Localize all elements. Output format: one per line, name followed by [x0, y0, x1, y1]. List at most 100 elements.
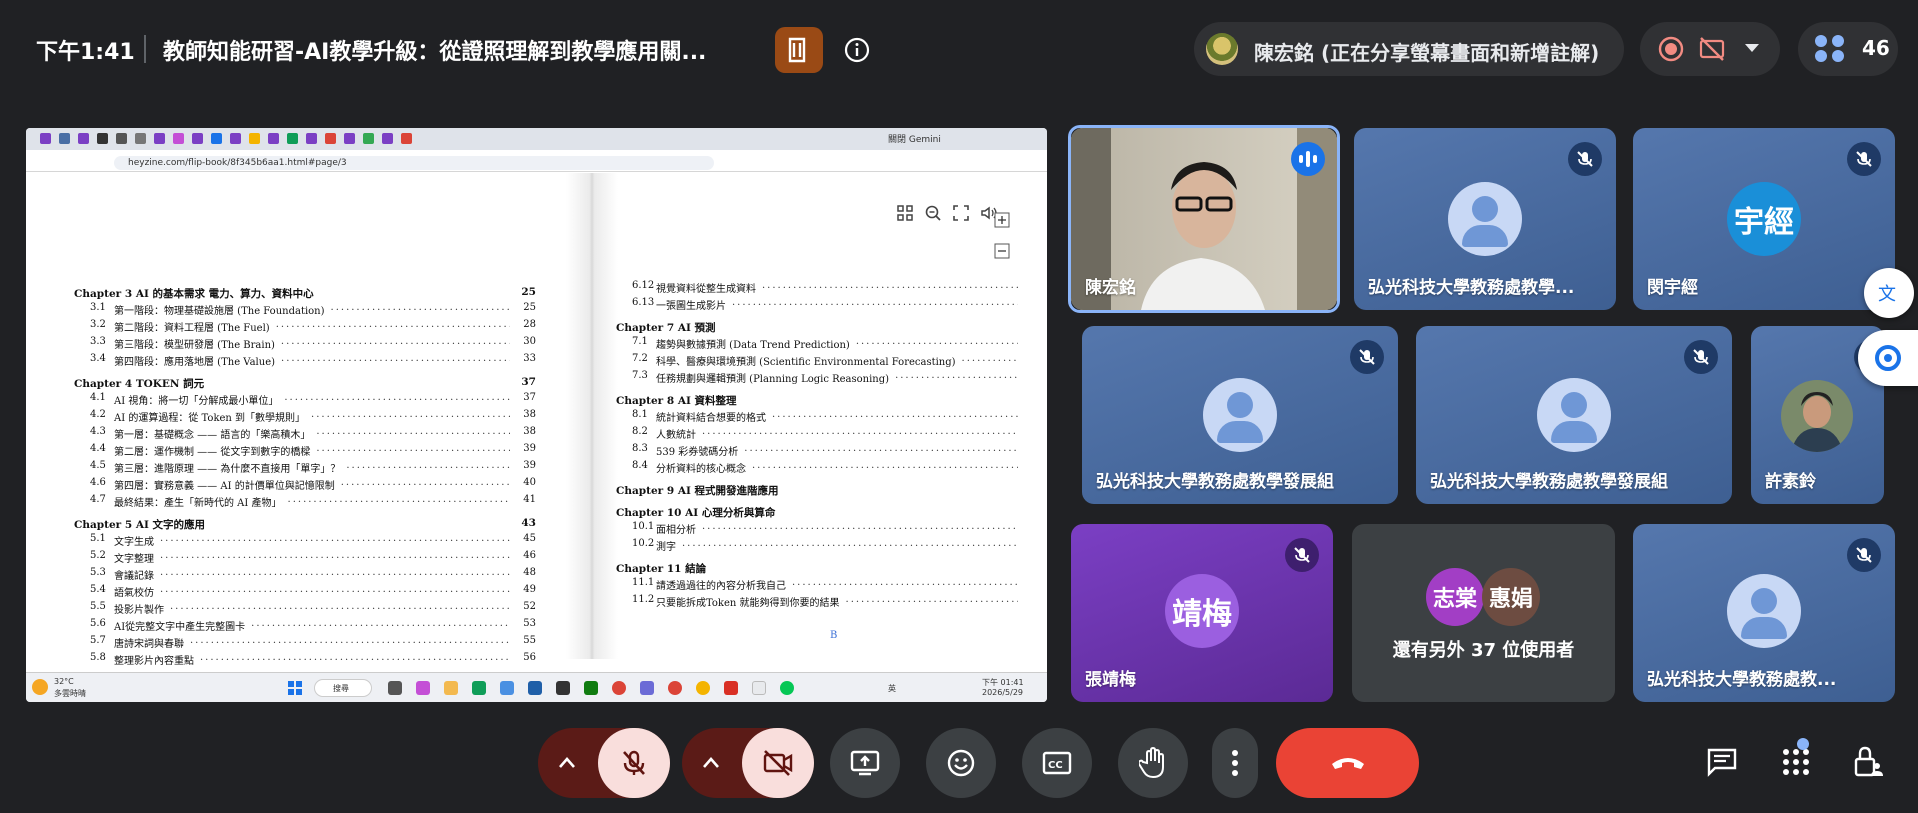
toc-entry: 4.2 AI 的運算過程：從 Token 到「數學規則」.............… [74, 409, 536, 426]
toc-entry-number: 5.8 [90, 652, 106, 663]
toc-entry-label: 統計資料結合想要的格式 [656, 413, 766, 424]
participant-tile[interactable]: 弘光科技大學教務處教... [1633, 524, 1895, 702]
present-screen-button[interactable] [830, 728, 900, 798]
browser-tab-favicon [306, 133, 317, 144]
participant-tile[interactable]: 弘光科技大學教務處教學發展組 [1416, 326, 1732, 504]
zoom-out-icon [924, 204, 942, 222]
toc-entry-label: 文字生成 [114, 537, 154, 548]
toc-entry: 10.2 測字..................................… [616, 538, 1044, 555]
toc-entry-number: 4.3 [90, 426, 106, 437]
leave-call-button[interactable] [1276, 728, 1419, 798]
toc-entry-label: 第一層：基礎概念 —— 語言的「樂高積木」 [114, 430, 311, 441]
toc-entry-number: 11.1 [632, 577, 655, 588]
toc-entry-number: 5.4 [90, 584, 106, 595]
participants-button[interactable]: 46 [1798, 22, 1898, 76]
translate-button[interactable]: 文 [1864, 268, 1914, 318]
toc-entry-page [1024, 426, 1044, 443]
toc-leader-dots: ........................................… [346, 460, 510, 471]
host-controls-button[interactable] [1848, 742, 1888, 782]
more-options-button[interactable] [1212, 728, 1258, 798]
folder-icon [444, 681, 458, 695]
toc-entry: 7.1 趨勢與數據預測 (Data Trend Prediction)......… [616, 336, 1044, 353]
toc-entry-label: 面相分析 [656, 525, 696, 536]
toc-entry-number: 4.1 [90, 392, 106, 403]
toc-right-page: 6.12 視覺資料從整生成資料..........................… [616, 280, 1044, 650]
raise-hand-button[interactable] [1118, 728, 1188, 798]
info-icon[interactable] [843, 36, 871, 64]
toc-chapter-title: Chapter 5 AI 文字的應用 [74, 519, 206, 531]
host-app-icon[interactable] [775, 27, 823, 73]
edge-icon [472, 681, 486, 695]
toc-leader-dots: ........................................… [855, 336, 1018, 347]
toc-entry: 6.12 視覺資料從整生成資料..........................… [616, 280, 1044, 297]
browser-tab-favicon [287, 133, 298, 144]
toc-leader-dots: ........................................… [961, 353, 1018, 364]
toc-chapter-title: Chapter 11 結論 [616, 563, 707, 575]
app-icon [640, 681, 654, 695]
participant-tile[interactable]: 靖梅 張靖梅 [1071, 524, 1333, 702]
others-tile[interactable]: 志棠 惠娟 還有另外 37 位使用者 [1352, 524, 1615, 702]
toc-leader-dots: ........................................… [772, 409, 1018, 420]
hand-icon [1139, 747, 1164, 779]
recording-controls[interactable] [1640, 22, 1780, 76]
flipbook-toolbar [896, 204, 998, 222]
toc-leader-dots: ........................................… [160, 567, 510, 578]
chevron-up-icon[interactable] [554, 750, 580, 776]
app-icon [752, 681, 766, 695]
extension-button[interactable] [1858, 330, 1918, 386]
toc-entry: 4.4 第二層：運作機制 —— 從文字到數字的橋樑................… [74, 443, 536, 460]
present-icon [850, 750, 880, 776]
toc-entry-label: 第一階段：物理基礎設施層 (The Foundation) [114, 306, 325, 317]
toc-entry-number: 3.1 [90, 302, 106, 313]
svg-text:CC: CC [1048, 760, 1063, 771]
camera-toggle-button[interactable] [742, 728, 814, 798]
browser-tab-title: 關閉 Gemini [888, 135, 941, 145]
app-icon [556, 681, 570, 695]
toc-leader-dots: ........................................… [330, 302, 510, 313]
meeting-title[interactable]: 教師知能研習-AI教學升級：從證照理解到教學應用關... [163, 34, 706, 66]
toc-chapter-page: 37 [521, 376, 536, 388]
presenter-indicator[interactable]: 陳宏銘 (正在分享螢幕畫面和新增註解) [1194, 22, 1624, 76]
mic-toggle-button[interactable] [598, 728, 670, 798]
mic-control-group [538, 728, 670, 798]
pdf-icon [724, 681, 738, 695]
toc-entry-label: 第三層：進階原理 —— 為什麼不直接用「單字」？ [114, 464, 341, 475]
participant-tile[interactable]: 弘光科技大學教務處教學發展組 [1082, 326, 1398, 504]
toc-chapter-title: Chapter 7 AI 預測 [616, 322, 716, 334]
avatar: 宇經 [1727, 182, 1801, 256]
toc-chapter-heading: Chapter 10 AI 心理分析與算命 [616, 505, 1044, 521]
people-icon [1815, 35, 1844, 62]
toc-entry: 3.4 第四階段：應用落地層 (The Value)...............… [74, 353, 536, 370]
windows-taskbar: 32°C 多雲時晴 搜尋 英 下午 01:41 2026/5/29 [26, 672, 1047, 702]
browser-tab-favicon [344, 133, 355, 144]
toc-leader-dots: ........................................… [170, 601, 510, 612]
activities-button[interactable] [1776, 742, 1816, 782]
toc-entry-label: 一張圖生成影片 [656, 301, 726, 312]
participant-tile[interactable]: 宇經 閔宇經 [1633, 128, 1895, 310]
captions-button[interactable]: CC [1022, 728, 1092, 798]
windows-start-icon [288, 681, 302, 695]
toc-entry: 11.2 只要能拆成Token 就能夠得到你要的結果...............… [616, 594, 1044, 611]
toc-entry-page: 25 [523, 302, 536, 313]
mic-off-icon [1568, 142, 1602, 176]
chevron-down-icon[interactable] [1744, 42, 1760, 54]
reactions-button[interactable] [926, 728, 996, 798]
toc-chapter-heading: Chapter 8 AI 資料整理 [616, 393, 1044, 409]
participant-tile[interactable]: 弘光科技大學教務處教學... [1354, 128, 1616, 310]
mic-off-icon [1285, 538, 1319, 572]
browser-tab-favicon [78, 133, 89, 144]
toc-entry-label: 最終結果：產生「新時代的 AI 產物」 [114, 498, 282, 509]
toc-chapter-heading: Chapter 4 TOKEN 詞元 37 [74, 376, 536, 392]
browser-tab-favicon [363, 133, 374, 144]
mic-off-icon [1847, 538, 1881, 572]
toc-entry-number: 8.1 [632, 409, 648, 420]
toc-entry: 3.1 第一階段：物理基礎設施層 (The Foundation)........… [74, 302, 536, 319]
toc-entry-label: 科學、醫療與環境預測 (Scientific Environmental For… [656, 357, 956, 368]
fullscreen-icon [952, 204, 970, 222]
toc-chapter-heading: Chapter 7 AI 預測 [616, 320, 1044, 336]
chevron-up-icon[interactable] [698, 750, 724, 776]
toc-entry-label: 第四層：實務意義 —— AI 的計價單位與記憶限制 [114, 481, 335, 492]
browser-tab-favicon [135, 133, 146, 144]
chat-button[interactable] [1702, 742, 1742, 782]
browser-tab-favicon [268, 133, 279, 144]
